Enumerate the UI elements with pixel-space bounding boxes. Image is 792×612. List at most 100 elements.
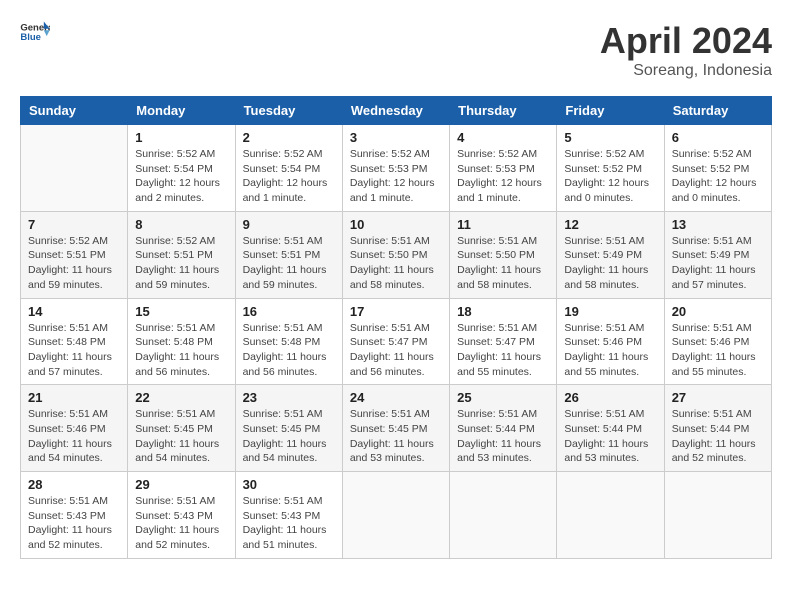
day-detail: Sunrise: 5:51 AM Sunset: 5:50 PM Dayligh…	[350, 234, 442, 293]
day-number: 11	[457, 217, 549, 232]
calendar-week-row: 7 Sunrise: 5:52 AM Sunset: 5:51 PM Daylig…	[21, 211, 772, 298]
calendar-week-row: 1 Sunrise: 5:52 AM Sunset: 5:54 PM Daylig…	[21, 125, 772, 212]
day-detail: Sunrise: 5:51 AM Sunset: 5:45 PM Dayligh…	[350, 407, 442, 466]
day-number: 22	[135, 390, 227, 405]
calendar-cell	[21, 125, 128, 212]
calendar-cell: 3Sunrise: 5:52 AM Sunset: 5:53 PM Daylig…	[342, 125, 449, 212]
day-number: 2	[243, 130, 335, 145]
header: General Blue April 2024 Soreang, Indones…	[20, 20, 772, 80]
day-detail: Sunrise: 5:51 AM Sunset: 5:46 PM Dayligh…	[672, 321, 764, 380]
day-detail: Sunrise: 5:52 AM Sunset: 5:53 PM Dayligh…	[457, 147, 549, 206]
weekday-header-row: SundayMondayTuesdayWednesdayThursdayFrid…	[21, 97, 772, 125]
day-number: 16	[243, 304, 335, 319]
day-detail: Sunrise: 5:51 AM Sunset: 5:47 PM Dayligh…	[457, 321, 549, 380]
day-number: 18	[457, 304, 549, 319]
calendar-cell: 12 Sunrise: 5:51 AM Sunset: 5:49 PM Dayli…	[557, 211, 664, 298]
day-number: 8	[135, 217, 227, 232]
weekday-header-sunday: Sunday	[21, 97, 128, 125]
calendar-cell: 17 Sunrise: 5:51 AM Sunset: 5:47 PM Dayli…	[342, 298, 449, 385]
day-number: 12	[564, 217, 656, 232]
weekday-header-saturday: Saturday	[664, 97, 771, 125]
day-detail: Sunrise: 5:51 AM Sunset: 5:47 PM Dayligh…	[350, 321, 442, 380]
day-detail: Sunrise: 5:51 AM Sunset: 5:50 PM Dayligh…	[457, 234, 549, 293]
calendar-cell: 15 Sunrise: 5:51 AM Sunset: 5:48 PM Dayli…	[128, 298, 235, 385]
day-detail: Sunrise: 5:51 AM Sunset: 5:44 PM Dayligh…	[672, 407, 764, 466]
day-number: 19	[564, 304, 656, 319]
calendar-cell: 24Sunrise: 5:51 AM Sunset: 5:45 PM Dayli…	[342, 385, 449, 472]
calendar-cell: 16 Sunrise: 5:51 AM Sunset: 5:48 PM Dayli…	[235, 298, 342, 385]
day-number: 29	[135, 477, 227, 492]
day-detail: Sunrise: 5:51 AM Sunset: 5:49 PM Dayligh…	[564, 234, 656, 293]
day-number: 7	[28, 217, 120, 232]
day-number: 28	[28, 477, 120, 492]
day-number: 26	[564, 390, 656, 405]
month-title: April 2024	[600, 20, 772, 62]
calendar-cell: 13 Sunrise: 5:51 AM Sunset: 5:49 PM Dayli…	[664, 211, 771, 298]
day-number: 17	[350, 304, 442, 319]
day-detail: Sunrise: 5:51 AM Sunset: 5:44 PM Dayligh…	[564, 407, 656, 466]
day-number: 1	[135, 130, 227, 145]
calendar-cell: 28 Sunrise: 5:51 AM Sunset: 5:43 PM Dayli…	[21, 472, 128, 559]
day-number: 10	[350, 217, 442, 232]
calendar-cell: 14 Sunrise: 5:51 AM Sunset: 5:48 PM Dayli…	[21, 298, 128, 385]
day-detail: Sunrise: 5:51 AM Sunset: 5:43 PM Dayligh…	[243, 494, 335, 553]
calendar-cell: 19 Sunrise: 5:51 AM Sunset: 5:46 PM Dayli…	[557, 298, 664, 385]
day-number: 20	[672, 304, 764, 319]
day-detail: Sunrise: 5:52 AM Sunset: 5:52 PM Dayligh…	[672, 147, 764, 206]
location: Soreang, Indonesia	[600, 62, 772, 80]
day-detail: Sunrise: 5:52 AM Sunset: 5:54 PM Dayligh…	[135, 147, 227, 206]
day-number: 6	[672, 130, 764, 145]
calendar-table: SundayMondayTuesdayWednesdayThursdayFrid…	[20, 96, 772, 559]
weekday-header-monday: Monday	[128, 97, 235, 125]
calendar-cell	[664, 472, 771, 559]
svg-text:Blue: Blue	[20, 32, 41, 42]
day-number: 30	[243, 477, 335, 492]
weekday-header-thursday: Thursday	[450, 97, 557, 125]
calendar-cell	[450, 472, 557, 559]
calendar-week-row: 28 Sunrise: 5:51 AM Sunset: 5:43 PM Dayli…	[21, 472, 772, 559]
day-detail: Sunrise: 5:51 AM Sunset: 5:44 PM Dayligh…	[457, 407, 549, 466]
day-number: 5	[564, 130, 656, 145]
day-number: 3	[350, 130, 442, 145]
calendar-cell: 20 Sunrise: 5:51 AM Sunset: 5:46 PM Dayli…	[664, 298, 771, 385]
calendar-cell: 8Sunrise: 5:52 AM Sunset: 5:51 PM Daylig…	[128, 211, 235, 298]
day-detail: Sunrise: 5:51 AM Sunset: 5:49 PM Dayligh…	[672, 234, 764, 293]
day-detail: Sunrise: 5:52 AM Sunset: 5:52 PM Dayligh…	[564, 147, 656, 206]
calendar-cell: 1 Sunrise: 5:52 AM Sunset: 5:54 PM Daylig…	[128, 125, 235, 212]
logo: General Blue	[20, 20, 50, 42]
day-number: 15	[135, 304, 227, 319]
day-detail: Sunrise: 5:51 AM Sunset: 5:43 PM Dayligh…	[135, 494, 227, 553]
day-number: 13	[672, 217, 764, 232]
weekday-header-wednesday: Wednesday	[342, 97, 449, 125]
day-number: 14	[28, 304, 120, 319]
calendar-cell: 21 Sunrise: 5:51 AM Sunset: 5:46 PM Dayli…	[21, 385, 128, 472]
calendar-cell: 4Sunrise: 5:52 AM Sunset: 5:53 PM Daylig…	[450, 125, 557, 212]
calendar-cell	[342, 472, 449, 559]
weekday-header-friday: Friday	[557, 97, 664, 125]
day-detail: Sunrise: 5:51 AM Sunset: 5:46 PM Dayligh…	[564, 321, 656, 380]
calendar-cell: 27 Sunrise: 5:51 AM Sunset: 5:44 PM Dayli…	[664, 385, 771, 472]
calendar-cell: 2 Sunrise: 5:52 AM Sunset: 5:54 PM Daylig…	[235, 125, 342, 212]
day-number: 23	[243, 390, 335, 405]
calendar-cell: 11 Sunrise: 5:51 AM Sunset: 5:50 PM Dayli…	[450, 211, 557, 298]
day-detail: Sunrise: 5:51 AM Sunset: 5:48 PM Dayligh…	[243, 321, 335, 380]
day-detail: Sunrise: 5:51 AM Sunset: 5:43 PM Dayligh…	[28, 494, 120, 553]
calendar-cell: 6 Sunrise: 5:52 AM Sunset: 5:52 PM Daylig…	[664, 125, 771, 212]
calendar-cell: 9Sunrise: 5:51 AM Sunset: 5:51 PM Daylig…	[235, 211, 342, 298]
day-detail: Sunrise: 5:51 AM Sunset: 5:45 PM Dayligh…	[243, 407, 335, 466]
day-number: 21	[28, 390, 120, 405]
day-number: 25	[457, 390, 549, 405]
calendar-cell: 29 Sunrise: 5:51 AM Sunset: 5:43 PM Dayli…	[128, 472, 235, 559]
day-detail: Sunrise: 5:51 AM Sunset: 5:48 PM Dayligh…	[135, 321, 227, 380]
calendar-cell: 18 Sunrise: 5:51 AM Sunset: 5:47 PM Dayli…	[450, 298, 557, 385]
day-detail: Sunrise: 5:52 AM Sunset: 5:51 PM Dayligh…	[28, 234, 120, 293]
calendar-cell: 5 Sunrise: 5:52 AM Sunset: 5:52 PM Daylig…	[557, 125, 664, 212]
day-number: 27	[672, 390, 764, 405]
day-detail: Sunrise: 5:51 AM Sunset: 5:46 PM Dayligh…	[28, 407, 120, 466]
calendar-cell: 26 Sunrise: 5:51 AM Sunset: 5:44 PM Dayli…	[557, 385, 664, 472]
day-detail: Sunrise: 5:52 AM Sunset: 5:54 PM Dayligh…	[243, 147, 335, 206]
calendar-cell: 23 Sunrise: 5:51 AM Sunset: 5:45 PM Dayli…	[235, 385, 342, 472]
calendar-cell	[557, 472, 664, 559]
day-detail: Sunrise: 5:51 AM Sunset: 5:48 PM Dayligh…	[28, 321, 120, 380]
calendar-cell: 30 Sunrise: 5:51 AM Sunset: 5:43 PM Dayli…	[235, 472, 342, 559]
